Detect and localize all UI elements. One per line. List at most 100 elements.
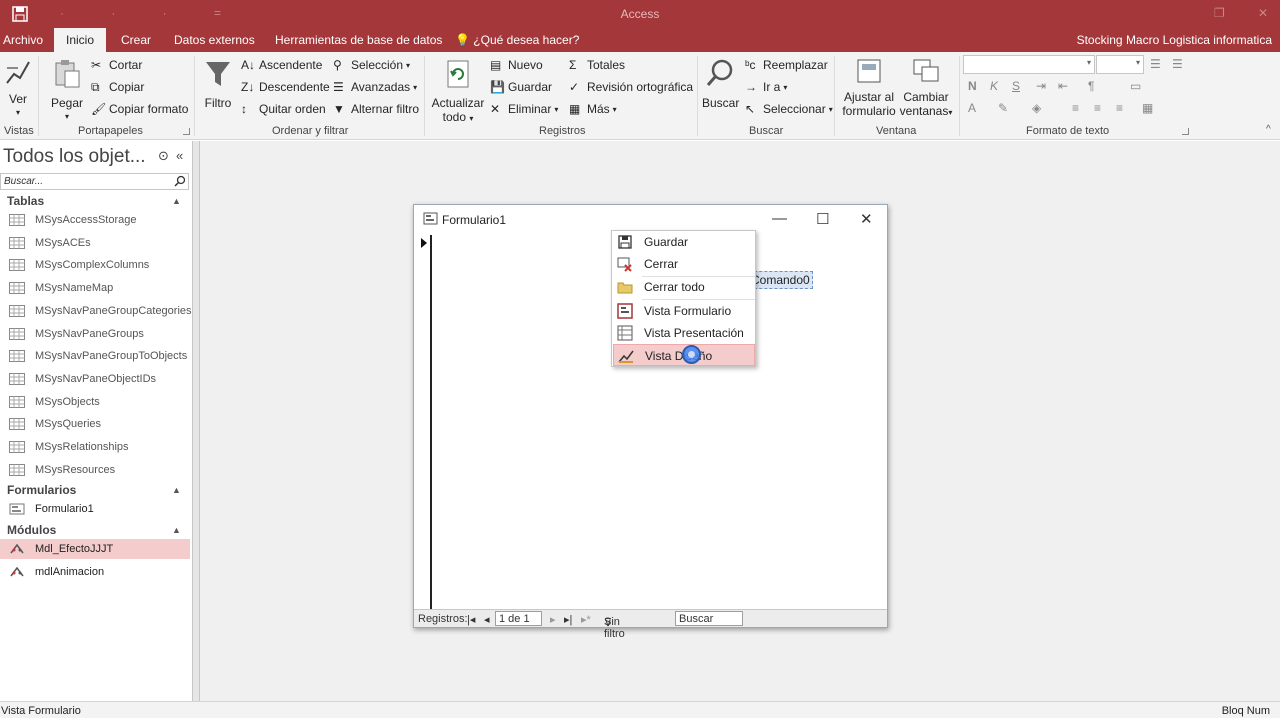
list-item-table[interactable]: MSysRelationships [0, 437, 190, 457]
underline-button[interactable]: S [1012, 79, 1020, 93]
ir-a-button[interactable]: → Ir a ▾ [745, 80, 787, 94]
list-item-module-selected[interactable]: Mdl_EfectoJJJT [0, 539, 190, 559]
nav-section-tablas[interactable]: Tablas [7, 194, 44, 208]
nav-pane-title[interactable]: Todos los objet... [3, 146, 146, 168]
mas-button[interactable]: ▦ Más ▾ [569, 102, 617, 116]
collapse-section-icon[interactable]: ▲ [172, 525, 181, 535]
eliminar-button[interactable]: ✕ Eliminar ▾ [490, 102, 558, 116]
nav-section-formularios[interactable]: Formularios [7, 483, 76, 497]
tab-inicio[interactable]: Inicio [54, 28, 107, 52]
collapse-section-icon[interactable]: ▲ [172, 196, 181, 206]
dialog-launcher-icon[interactable] [1182, 128, 1189, 135]
reemplazar-button[interactable]: ᵇc Reemplazar [745, 58, 828, 72]
quitar-orden-button[interactable]: ↕ Quitar orden [241, 102, 326, 116]
ajustar-label-2: formulario [842, 104, 896, 118]
tab-datos-externos[interactable]: Datos externos [174, 33, 255, 47]
collapse-pane-icon[interactable]: « [176, 148, 183, 163]
minimize-icon[interactable]: — [772, 210, 787, 227]
ver-button[interactable]: Ver ▾ [4, 58, 32, 120]
actualizar-todo-button[interactable]: Actualizar todo ▾ [431, 58, 485, 126]
cambiar-ventanas-button[interactable]: Cambiar ventanas▾ [898, 58, 954, 120]
cortar-button[interactable]: ✂ Cortar [91, 58, 142, 72]
bold-button[interactable]: N [968, 79, 977, 93]
list-item-table[interactable]: MSysComplexColumns [0, 255, 190, 275]
list-item-table[interactable]: MSysNavPaneObjectIDs [0, 369, 190, 389]
new-record-icon[interactable]: ▸* [581, 613, 591, 626]
ajustar-formulario-button[interactable]: Ajustar al formulario [840, 58, 898, 118]
avanzadas-button[interactable]: ☰ Avanzadas ▾ [333, 80, 417, 94]
pegar-button[interactable]: Pegar ▾ [50, 58, 84, 124]
menu-item-guardar[interactable]: Guardar [613, 231, 755, 253]
menu-item-cerrar-todo[interactable]: Cerrar todo [613, 276, 755, 298]
list-item-table[interactable]: MSysACEs [0, 233, 190, 253]
revision-ortografica-button[interactable]: ✓ Revisión ortográfica [569, 80, 693, 94]
list-item-table[interactable]: MSysAccessStorage [0, 210, 190, 230]
list-item-form[interactable]: Formulario1 [0, 499, 190, 519]
ascendente-button[interactable]: A↓ Ascendente [241, 58, 322, 72]
previous-record-icon[interactable]: ◂ [484, 613, 490, 626]
search-icon[interactable] [174, 175, 186, 187]
filtro-button[interactable]: Filtro [203, 58, 233, 110]
text-highlight-icon[interactable]: ✎ [998, 101, 1008, 115]
gridlines-icon[interactable]: ▦ [1142, 101, 1153, 115]
list-item-table[interactable]: MSysNameMap [0, 278, 190, 298]
list-item-table[interactable]: MSysNavPaneGroupToObjects [0, 346, 190, 366]
font-name-dropdown[interactable]: ▾ [963, 55, 1095, 74]
numbering-icon[interactable]: ☰ [1172, 57, 1183, 71]
pane-splitter[interactable] [193, 141, 200, 701]
menu-item-cerrar[interactable]: Cerrar [613, 253, 755, 275]
restore-icon[interactable]: ❐ [1214, 6, 1230, 20]
tab-herramientas[interactable]: Herramientas de base de datos [275, 33, 442, 47]
align-center-icon[interactable]: ≡ [1094, 101, 1101, 115]
record-selector[interactable] [414, 235, 432, 610]
collapse-section-icon[interactable]: ▲ [172, 485, 181, 495]
seleccionar-button[interactable]: ↖ Seleccionar ▾ [745, 102, 833, 116]
collapse-ribbon-icon[interactable]: ^ [1266, 124, 1271, 135]
descendente-button[interactable]: Z↓ Descendente [241, 80, 330, 94]
indent-increase-icon[interactable]: ⇥ [1036, 79, 1046, 93]
tell-me-box[interactable]: 💡 ¿Qué desea hacer? [455, 33, 579, 47]
highlight-icon[interactable]: ▭ [1130, 79, 1141, 93]
list-item-table[interactable]: MSysNavPaneGroups [0, 324, 190, 344]
tab-archivo[interactable]: Archivo [3, 33, 43, 47]
paragraph-direction-icon[interactable]: ¶ [1088, 79, 1094, 93]
dialog-launcher-icon[interactable] [183, 128, 190, 135]
indent-decrease-icon[interactable]: ⇤ [1058, 79, 1068, 93]
guardar-registro-button[interactable]: 💾 Guardar [490, 80, 552, 94]
next-record-icon[interactable]: ▸ [550, 613, 556, 626]
close-icon[interactable]: ✕ [1258, 6, 1274, 20]
copiar-formato-label: Copiar formato [109, 102, 189, 116]
tab-crear[interactable]: Crear [121, 33, 151, 47]
alternar-filtro-button[interactable]: ▼ Alternar filtro [333, 102, 419, 116]
copiar-formato-button[interactable]: 🖌 Copiar formato [91, 102, 188, 116]
nav-section-modulos[interactable]: Módulos [7, 523, 56, 537]
align-right-icon[interactable]: ≡ [1116, 101, 1123, 115]
copiar-button[interactable]: ⧉ Copiar [91, 80, 144, 94]
fill-color-icon[interactable]: ◈ [1032, 101, 1041, 115]
nuevo-button[interactable]: ▤ Nuevo [490, 58, 543, 72]
nav-search-input[interactable]: Buscar... [0, 173, 189, 190]
list-item-table[interactable]: MSysQueries [0, 414, 190, 434]
list-item-table[interactable]: MSysResources [0, 460, 190, 480]
buscar-button[interactable]: Buscar [702, 58, 739, 110]
last-record-icon[interactable]: ▸| [564, 613, 572, 626]
font-color-icon[interactable]: A [968, 101, 976, 115]
bullets-icon[interactable]: ☰ [1150, 57, 1161, 71]
list-item-module[interactable]: mdlAnimacion [0, 562, 190, 582]
font-size-dropdown[interactable]: ▾ [1096, 55, 1144, 74]
account-name[interactable]: Stocking Macro Logistica informatica [1077, 33, 1272, 47]
maximize-icon[interactable]: ☐ [816, 210, 829, 228]
menu-item-vista-presentacion[interactable]: Vista Presentación [613, 322, 755, 344]
menu-item-vista-formulario[interactable]: Vista Formulario [613, 300, 755, 322]
list-item-table[interactable]: MSysObjects [0, 392, 190, 412]
first-record-icon[interactable]: |◂ [467, 613, 475, 626]
italic-button[interactable]: K [990, 79, 998, 93]
record-position-input[interactable]: 1 de 1 [495, 611, 542, 626]
close-icon[interactable]: ✕ [860, 210, 873, 228]
seleccion-button[interactable]: ⚲ Selección ▾ [333, 58, 410, 72]
list-item-table[interactable]: MSysNavPaneGroupCategories [0, 301, 192, 321]
recnav-search-input[interactable]: Buscar [675, 611, 743, 626]
nav-menu-icon[interactable]: ⊙ [158, 148, 169, 164]
align-left-icon[interactable]: ≡ [1072, 101, 1079, 115]
totales-button[interactable]: Σ Totales [569, 58, 625, 72]
